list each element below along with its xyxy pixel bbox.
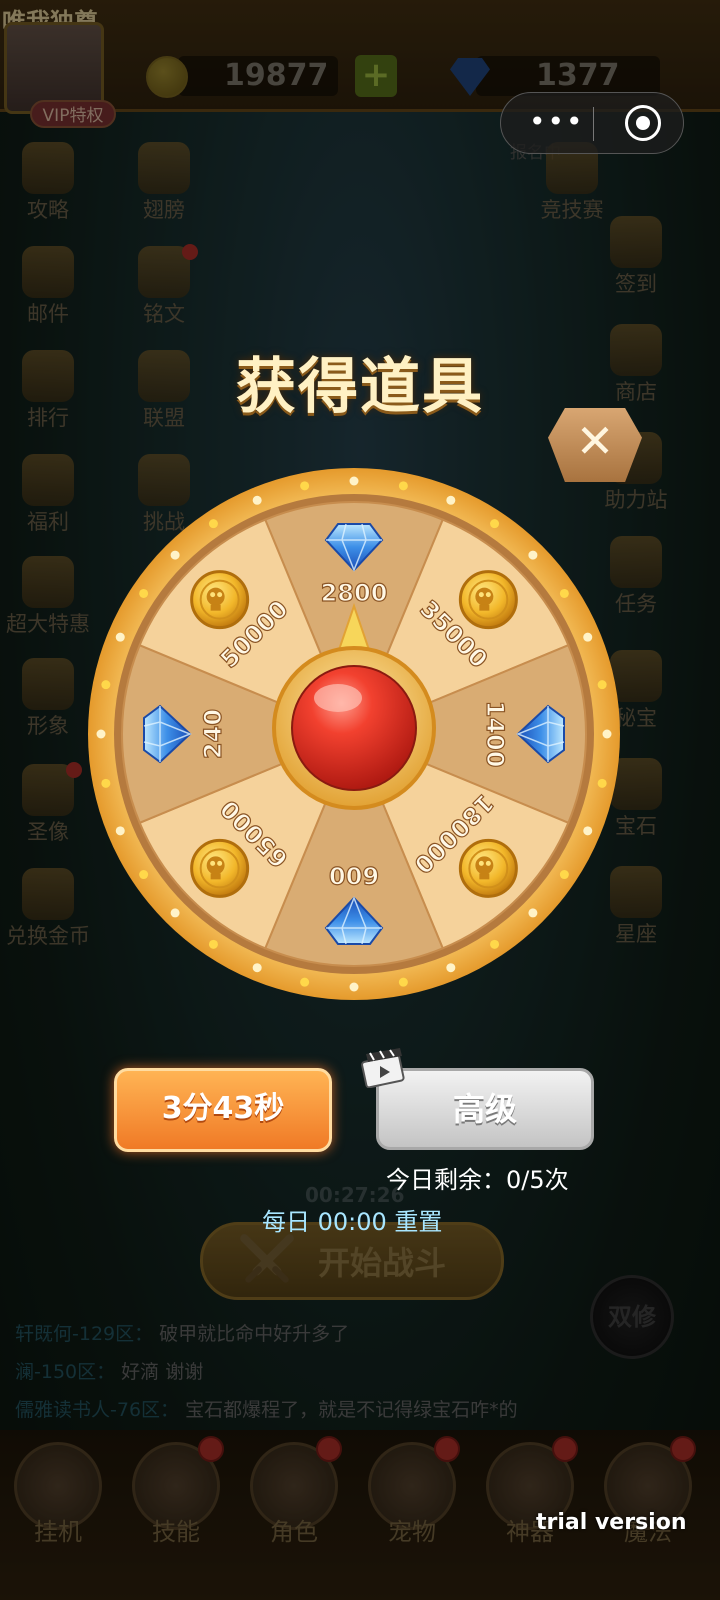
rim-light [300,481,310,491]
prize-wheel[interactable]: 28003500014001800006006500024050000 [86,466,622,1002]
rim-light [208,519,218,529]
target-icon[interactable] [625,105,661,141]
rim-light [597,680,607,690]
rim-light [170,908,180,918]
capsule-divider [593,107,594,141]
rim-light [583,826,593,836]
rim-light [398,977,408,987]
coin-icon [190,838,250,898]
more-dots-icon[interactable]: ••• [529,105,585,138]
rim-light [602,729,612,739]
rim-light [490,519,500,529]
remaining-spins-text: 今日剩余：0/5次 [386,1166,569,1194]
close-icon: ✕ [575,414,615,468]
rim-light [115,826,125,836]
rim-light [559,870,569,880]
rim-light [252,963,262,973]
coin-icon [458,570,518,630]
rim-light [559,588,569,598]
coin-icon [190,570,250,630]
rim-light [528,550,538,560]
premium-spin-button[interactable]: 高级 [376,1068,594,1150]
free-spin-timer-button[interactable]: 3分43秒 [114,1068,332,1152]
rim-light [115,632,125,642]
prize-amount: 2800 [321,579,388,607]
rim-light [446,495,456,505]
rim-light [490,939,500,949]
rim-light [300,977,310,987]
rim-light [170,550,180,560]
daily-reset-text: 每日 00:00 重置 [262,1208,443,1236]
rim-light [446,963,456,973]
rim-light [208,939,218,949]
rim-light [101,778,111,788]
prize-amount: 1400 [481,701,509,768]
coin-icon [458,838,518,898]
trial-watermark: trial version [536,1510,687,1535]
rim-light [349,476,359,486]
spin-button-highlight [314,684,362,712]
rim-light [101,680,111,690]
video-ad-icon [361,1048,405,1088]
modal-title: 获得道具 [236,352,484,422]
rim-light [349,982,359,992]
prize-amount: 600 [329,861,379,889]
rim-light [398,481,408,491]
spin-button[interactable] [291,665,417,791]
rim-light [252,495,262,505]
rim-light [139,870,149,880]
rim-light [96,729,106,739]
rim-light [139,588,149,598]
rim-light [528,908,538,918]
rim-light [583,632,593,642]
prize-amount: 240 [199,709,227,759]
mini-program-capsule: ••• [500,92,684,154]
rim-light [597,778,607,788]
